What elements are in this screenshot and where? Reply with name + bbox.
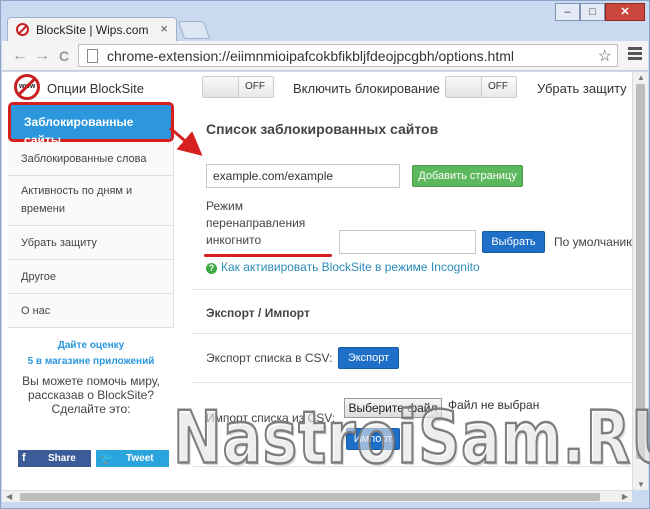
choose-button[interactable]: Выбрать <box>482 231 545 253</box>
store-link[interactable]: 5 в магазине приложений <box>8 354 174 370</box>
close-window-button[interactable]: ✕ <box>605 3 645 21</box>
sidebar-item-about[interactable]: О нас <box>8 294 174 328</box>
window-controls: – □ ✕ <box>555 3 645 21</box>
toggle-state: OFF <box>488 81 508 92</box>
new-tab-button[interactable] <box>177 21 211 39</box>
incognito-help-link[interactable]: ? Как активировать BlockSite в режиме Inc… <box>206 260 480 274</box>
divider <box>192 333 632 334</box>
export-button[interactable]: Экспорт <box>338 347 399 369</box>
redirect-incognito-label: Режим перенаправления инкогнито <box>206 199 306 247</box>
sidebar-item-other[interactable]: Другое <box>8 260 174 294</box>
sidebar: Заблокированные сайты Заблокированные сл… <box>8 102 174 490</box>
sidebar-item-remove-protection[interactable]: Убрать защиту <box>8 226 174 260</box>
maximize-button[interactable]: □ <box>580 3 605 21</box>
facebook-icon: f <box>22 452 26 464</box>
sidebar-item-activity-schedule[interactable]: Активность по дням и времени <box>8 176 174 226</box>
browser-tab[interactable]: BlockSite | Wips.com × <box>7 17 177 41</box>
minimize-button[interactable]: – <box>555 3 580 21</box>
default-label: По умолчанию <box>554 235 636 249</box>
enable-blocking-label: Включить блокирование <box>293 81 440 96</box>
title-bar: BlockSite | Wips.com × – □ ✕ <box>1 1 649 41</box>
url-text: chrome-extension://eiimnmioipafcokbfikbl… <box>107 48 514 64</box>
scroll-thumb[interactable] <box>20 493 600 501</box>
tab-title: BlockSite | Wips.com <box>36 23 149 37</box>
site-url-input[interactable]: example.com/example <box>206 164 400 188</box>
rate-promo: Дайте оценку 5 в магазине приложений Вы … <box>8 338 174 416</box>
tab-close-icon[interactable]: × <box>160 21 168 36</box>
back-arrow-icon[interactable]: ← <box>10 46 30 66</box>
sidebar-item-blocked-sites[interactable]: Заблокированные сайты <box>8 102 174 147</box>
toggle-knob <box>203 77 239 97</box>
rate-link[interactable]: Дайте оценку <box>8 338 174 354</box>
blocksite-favicon-icon <box>16 23 29 36</box>
divider <box>192 289 632 290</box>
app-title: Опции BlockSite <box>47 81 144 96</box>
remove-protection-toggle[interactable]: OFF <box>445 76 517 98</box>
forward-arrow-icon[interactable]: → <box>32 46 52 66</box>
toggle-state: OFF <box>245 81 265 92</box>
twitter-icon: 🐦 <box>100 453 114 465</box>
add-page-button[interactable]: Добавить страницу <box>412 165 523 187</box>
page-icon <box>87 49 98 63</box>
redirect-url-input[interactable] <box>339 230 476 254</box>
export-import-heading: Экспорт / Импорт <box>206 306 310 320</box>
browser-toolbar: ← → C chrome-extension://eiimnmioipafcok… <box>2 41 648 71</box>
sidebar-item-blocked-words[interactable]: Заблокированные слова <box>8 142 174 176</box>
address-bar[interactable]: chrome-extension://eiimnmioipafcokbfikbl… <box>78 44 618 67</box>
horizontal-scrollbar[interactable]: ◀ ▶ <box>2 490 632 502</box>
facebook-share-button[interactable]: f Share <box>18 450 91 467</box>
annotation-underline <box>204 254 332 257</box>
page-header: www Опции BlockSite OFF Включить блокиро… <box>2 72 632 102</box>
help-question-icon: ? <box>206 263 217 274</box>
toggle-knob <box>446 77 482 97</box>
enable-blocking-toggle[interactable]: OFF <box>202 76 274 98</box>
remove-protection-label: Убрать защиту <box>537 81 627 96</box>
bookmark-star-icon[interactable]: ☆ <box>598 46 612 66</box>
reload-icon[interactable]: C <box>54 46 74 66</box>
divider <box>192 382 632 383</box>
watermark: NastroiSam.RU <box>172 394 650 482</box>
promo-text: Вы можете помочь миру, рассказав о Block… <box>22 374 160 416</box>
page-title: Список заблокированных сайтов <box>206 121 439 137</box>
export-csv-label: Экспорт списка в CSV: <box>206 351 333 365</box>
blocksite-logo-icon: www <box>14 74 40 100</box>
chrome-menu-icon[interactable] <box>628 47 642 63</box>
twitter-tweet-button[interactable]: 🐦 Tweet <box>96 450 169 467</box>
browser-window: BlockSite | Wips.com × – □ ✕ ← → C chrom… <box>0 0 650 509</box>
